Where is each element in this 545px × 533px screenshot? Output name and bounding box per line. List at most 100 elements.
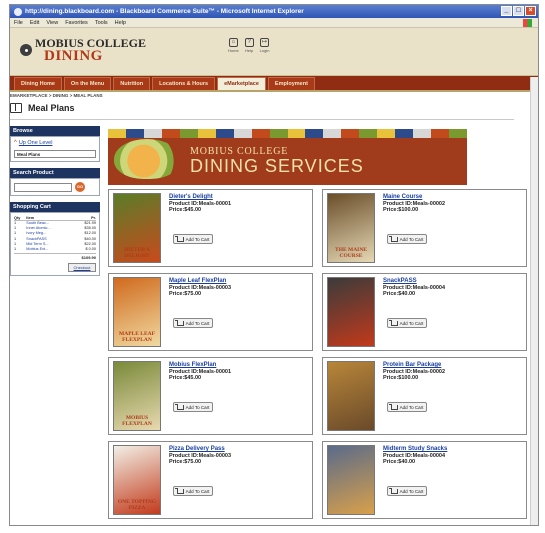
tab-dining-home[interactable]: Dining Home (14, 77, 62, 90)
add-to-cart-button[interactable]: Add To Cart (387, 318, 427, 328)
windows-logo-icon (523, 19, 532, 27)
product-price: Price:$40.00 (383, 291, 416, 297)
cart-price: $ 0.00 (85, 247, 96, 252)
add-to-cart-label: Add To Cart (185, 404, 210, 410)
product-image[interactable]: MAPLE LEAF FLEXPLAN (113, 277, 161, 347)
menu-tools[interactable]: Tools (95, 20, 108, 26)
banner-stripe (179, 129, 198, 138)
help-link[interactable]: ? Help (244, 38, 254, 53)
product-name-link[interactable]: Maple Leaf FlexPlan (169, 278, 226, 284)
sidebar: Browse ^ Up One Level Meal Plans Search P… (10, 126, 100, 282)
cart-icon (174, 319, 184, 326)
add-to-cart-button[interactable]: Add To Cart (173, 486, 213, 496)
cart-item-link[interactable]: Mobius Ext... (26, 247, 73, 252)
minimize-button[interactable]: _ (501, 6, 512, 16)
cart-header: Shopping Cart (10, 202, 100, 212)
tab-on-the-menu[interactable]: On the Menu (63, 77, 112, 90)
page-scrollbar[interactable] (530, 77, 538, 525)
banner-stripe (215, 129, 234, 138)
add-to-cart-label: Add To Cart (185, 236, 210, 242)
product-image[interactable]: ONE TOPPING PIZZA (113, 445, 161, 515)
banner-stripe (143, 129, 162, 138)
cart-total: $109.90 (14, 253, 96, 260)
product-card: MOBIUS FLEXPLAN Mobius FlexPlan Product ID… (108, 357, 313, 435)
cart-icon (174, 403, 184, 410)
home-link[interactable]: ⌂ Home (228, 38, 239, 53)
logo-dot (25, 49, 28, 52)
product-card: Midterm Study Snacks Product ID:Meals-000… (322, 441, 527, 519)
add-to-cart-button[interactable]: Add To Cart (387, 486, 427, 496)
close-button[interactable]: × (525, 6, 536, 16)
product-card: Protein Bar Package Product ID:Meals-0000… (322, 357, 527, 435)
product-name-link[interactable]: Pizza Delivery Pass (169, 446, 225, 452)
menu-view[interactable]: View (46, 20, 58, 26)
add-to-cart-label: Add To Cart (185, 320, 210, 326)
cart-icon (388, 235, 398, 242)
cart-icon (174, 487, 184, 494)
product-name-link[interactable]: Mobius FlexPlan (169, 362, 216, 368)
add-to-cart-label: Add To Cart (399, 320, 424, 326)
login-link[interactable]: ↦ Login (260, 38, 270, 53)
banner-stripes (108, 129, 467, 138)
tab-employment[interactable]: Employment (267, 77, 315, 90)
product-name-link[interactable]: Protein Bar Package (383, 362, 441, 368)
product-card: MAPLE LEAF FLEXPLAN Maple Leaf FlexPlan Pr… (108, 273, 313, 351)
product-name-link[interactable]: Maine Course (383, 194, 422, 200)
logout-icon: ↦ (260, 38, 270, 47)
menu-file[interactable]: File (14, 20, 23, 26)
banner-stripe (413, 129, 432, 138)
banner-stripe (305, 129, 324, 138)
melon-image (114, 139, 180, 179)
menu-bar: File Edit View Favorites Tools Help (10, 18, 538, 28)
cart-icon (388, 403, 398, 410)
add-to-cart-button[interactable]: Add To Cart (173, 318, 213, 328)
up-one-level-link[interactable]: Up One Level (19, 140, 53, 146)
tab-nutrition[interactable]: Nutrition (113, 77, 151, 90)
page-header: Meal Plans (10, 103, 75, 113)
product-price: Price:$75.00 (169, 291, 202, 297)
menu-favorites[interactable]: Favorites (65, 20, 88, 26)
search-input[interactable] (14, 182, 72, 192)
dining-banner: MOBIUS COLLEGE DINING SERVICES (108, 129, 467, 185)
product-image[interactable]: MOBIUS FLEXPLAN (113, 361, 161, 431)
banner-stripe (377, 129, 396, 138)
add-to-cart-button[interactable]: Add To Cart (387, 234, 427, 244)
menu-help[interactable]: Help (115, 20, 126, 26)
banner-stripe (108, 129, 126, 138)
tab-locations-hours[interactable]: Locations & Hours (152, 77, 216, 90)
browse-panel: ^ Up One Level Meal Plans (10, 136, 100, 162)
product-name-link[interactable]: Midterm Study Snacks (383, 446, 447, 452)
checkout-button[interactable]: Checkout (68, 263, 96, 273)
site-header: MOBIUS COLLEGE DINING ⌂ Home ? Help ↦ Lo… (10, 28, 538, 76)
product-image[interactable]: SNACKPASS (327, 277, 375, 347)
banner-stripe (323, 129, 342, 138)
add-to-cart-label: Add To Cart (399, 236, 424, 242)
product-image[interactable]: DIETER'S DELIGHT (113, 193, 161, 263)
logo-text-dining[interactable]: DINING (44, 48, 103, 65)
up-arrow-icon: ^ (14, 140, 17, 146)
maximize-button[interactable]: □ (513, 6, 524, 16)
product-name-link[interactable]: SnackPASS (383, 278, 417, 284)
banner-stripe (449, 129, 467, 138)
breadcrumb[interactable]: EMARKETPLACE > DINING > MEAL PLANS (10, 93, 103, 98)
product-image[interactable] (327, 361, 375, 431)
tab-emarketplace[interactable]: eMarketplace (217, 77, 266, 90)
banner-stripe (251, 129, 270, 138)
add-to-cart-button[interactable]: Add To Cart (387, 402, 427, 412)
product-image-caption: DIETER'S DELIGHT (124, 247, 150, 259)
help-label: Help (245, 48, 254, 53)
current-category[interactable]: Meal Plans (14, 150, 96, 158)
banner-stripe (233, 129, 252, 138)
divider (10, 119, 514, 120)
product-image-caption: MOBIUS FLEXPLAN (122, 415, 152, 427)
add-to-cart-label: Add To Cart (399, 488, 424, 494)
product-name-link[interactable]: Dieter's Delight (169, 194, 213, 200)
banner-stripe (269, 129, 288, 138)
product-image[interactable]: THE MAINE COURSE (327, 193, 375, 263)
menu-edit[interactable]: Edit (30, 20, 39, 26)
add-to-cart-button[interactable]: Add To Cart (173, 234, 213, 244)
search-go-button[interactable]: GO (75, 182, 85, 192)
add-to-cart-button[interactable]: Add To Cart (173, 402, 213, 412)
product-image[interactable] (327, 445, 375, 515)
add-to-cart-label: Add To Cart (185, 488, 210, 494)
